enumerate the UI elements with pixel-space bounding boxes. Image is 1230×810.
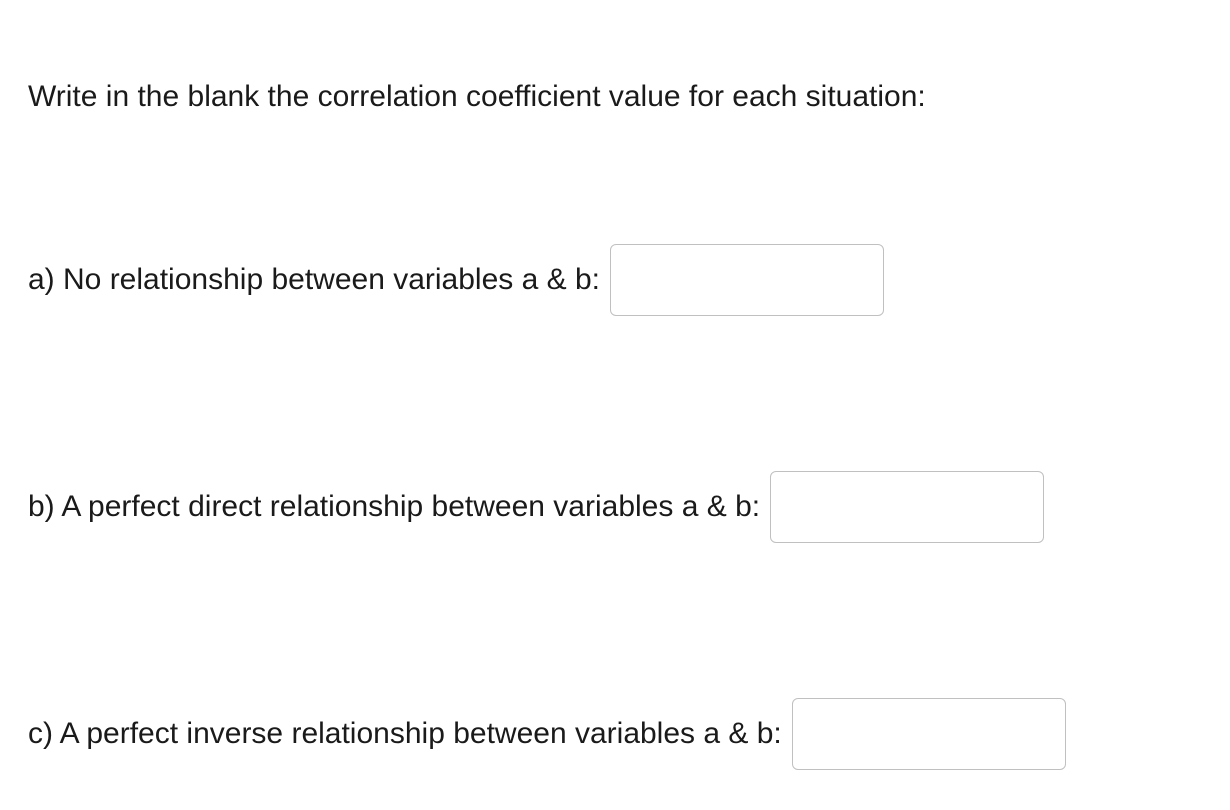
question-c-label: c) A perfect inverse relationship betwee… xyxy=(28,717,782,751)
question-b-row: b) A perfect direct relationship between… xyxy=(28,471,1202,543)
instruction-text: Write in the blank the correlation coeff… xyxy=(28,80,1202,114)
question-a-label: a) No relationship between variables a &… xyxy=(28,263,600,297)
question-b-label: b) A perfect direct relationship between… xyxy=(28,490,760,524)
question-a-row: a) No relationship between variables a &… xyxy=(28,244,1202,316)
question-c-row: c) A perfect inverse relationship betwee… xyxy=(28,698,1202,770)
question-a-input[interactable] xyxy=(610,244,884,316)
question-b-input[interactable] xyxy=(770,471,1044,543)
question-c-input[interactable] xyxy=(792,698,1066,770)
